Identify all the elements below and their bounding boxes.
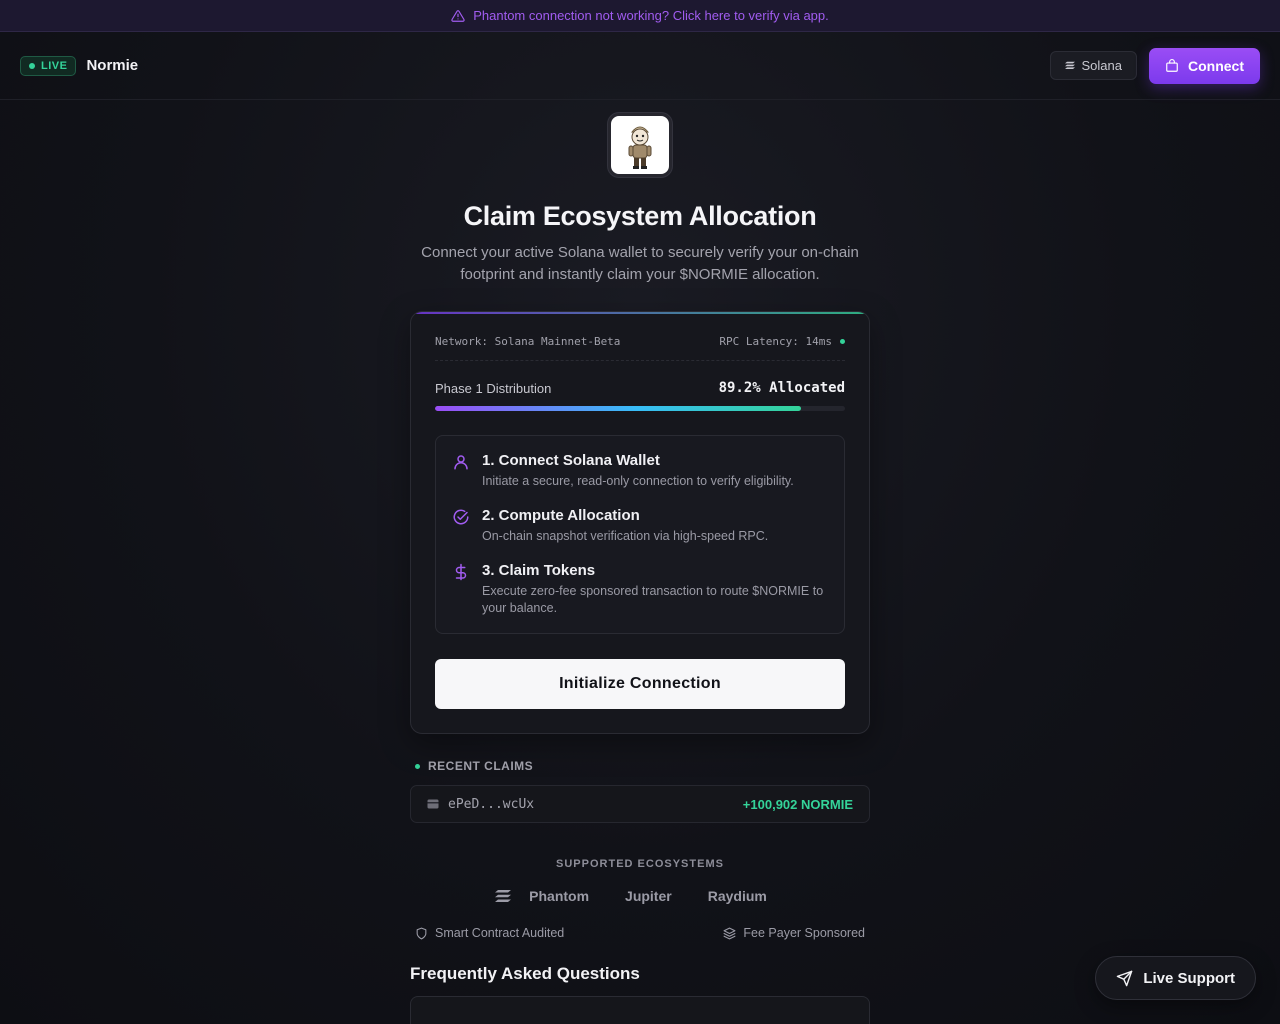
live-support-label: Live Support xyxy=(1143,969,1235,987)
sponsored-badge: Fee Payer Sponsored xyxy=(723,926,865,940)
solana-logo-icon xyxy=(495,890,512,902)
live-label: LIVE xyxy=(41,59,68,72)
warning-banner[interactable]: Phantom connection not working? Click he… xyxy=(0,0,1280,32)
claim-amount: +100,902 NORMIE xyxy=(742,796,853,812)
page-title: Claim Ecosystem Allocation xyxy=(463,201,817,231)
recent-claims-label: RECENT CLAIMS xyxy=(428,759,534,773)
wallet-address: ePeD...wcUx xyxy=(448,796,535,812)
live-support-button[interactable]: Live Support xyxy=(1095,956,1256,1000)
ecosystems-list: Phantom Jupiter Raydium xyxy=(495,888,785,904)
send-icon xyxy=(1117,970,1133,986)
page-subtitle: Connect your active Solana wallet to sec… xyxy=(421,244,859,283)
rpc-latency: RPC Latency: 14ms xyxy=(719,335,845,348)
step-description: On-chain snapshot verification via high-… xyxy=(482,529,769,543)
step-title: 1. Connect Solana Wallet xyxy=(482,452,660,469)
project-logo xyxy=(608,113,672,177)
ecosystem-phantom: Phantom xyxy=(529,888,590,904)
main-content: Claim Ecosystem Allocation Connect your … xyxy=(410,100,870,1024)
live-badge: LIVE xyxy=(20,55,77,76)
card-icon xyxy=(427,799,439,809)
solana-icon xyxy=(1064,61,1075,69)
mascot-image xyxy=(628,126,652,169)
rpc-latency-text: RPC Latency: 14ms xyxy=(719,334,832,348)
network-name: Network: Solana Mainnet-Beta xyxy=(435,334,621,348)
ecosystems-heading: SUPPORTED ECOSYSTEMS xyxy=(556,858,724,870)
header-actions: Solana Connect xyxy=(1049,47,1260,84)
connect-wallet-button[interactable]: Connect xyxy=(1149,47,1260,84)
step-title: 3. Claim Tokens xyxy=(482,562,596,579)
wallet-icon xyxy=(1166,58,1178,72)
ecosystem-raydium: Raydium xyxy=(707,888,767,904)
step-claim: 3. Claim Tokens Execute zero-fee sponsor… xyxy=(452,562,828,617)
faq-item[interactable] xyxy=(410,996,870,1024)
phase-label: Phase 1 Distribution xyxy=(435,380,552,396)
check-circle-icon xyxy=(453,509,469,525)
step-connect: 1. Connect Solana Wallet Initiate a secu… xyxy=(452,452,828,490)
faq-title: Frequently Asked Questions xyxy=(410,964,640,983)
banner-text[interactable]: Phantom connection not working? Click he… xyxy=(473,8,829,23)
sponsored-label: Fee Payer Sponsored xyxy=(743,926,865,940)
warning-icon xyxy=(451,9,465,22)
top-header: LIVE Normie Solana Connect xyxy=(0,32,1280,100)
brand: LIVE Normie xyxy=(20,55,139,76)
status-dot-icon xyxy=(840,338,845,344)
live-dot-icon xyxy=(29,62,35,69)
allocation-progress-bar xyxy=(435,406,845,411)
dollar-icon xyxy=(455,563,467,581)
recent-dot-icon xyxy=(415,763,420,769)
shield-icon xyxy=(416,927,427,939)
recent-claim-row: ePeD...wcUx +100,902 NORMIE xyxy=(410,785,870,823)
step-title: 2. Compute Allocation xyxy=(482,507,640,524)
recent-claims-heading: RECENT CLAIMS xyxy=(410,759,533,773)
network-label: Solana xyxy=(1081,58,1122,73)
allocation-progress-fill xyxy=(435,406,801,411)
claim-card: Network: Solana Mainnet-Beta RPC Latency… xyxy=(410,311,870,734)
phase-value: 89.2% Allocated xyxy=(718,380,845,396)
network-selector-button[interactable]: Solana xyxy=(1049,51,1137,80)
connect-label: Connect xyxy=(1188,57,1244,74)
phase-row: Phase 1 Distribution 89.2% Allocated xyxy=(435,380,845,396)
user-icon xyxy=(454,455,468,470)
card-accent-line xyxy=(411,312,869,314)
step-description: Execute zero-fee sponsored transaction t… xyxy=(482,584,824,615)
layers-icon xyxy=(723,927,736,939)
ecosystem-jupiter: Jupiter xyxy=(625,888,672,904)
claim-wallet: ePeD...wcUx xyxy=(427,797,534,812)
step-compute: 2. Compute Allocation On-chain snapshot … xyxy=(452,507,828,545)
trust-badges: Smart Contract Audited Fee Payer Sponsor… xyxy=(410,926,870,940)
initialize-connection-button[interactable]: Initialize Connection xyxy=(435,659,845,709)
audited-label: Smart Contract Audited xyxy=(435,926,565,940)
audited-badge: Smart Contract Audited xyxy=(415,926,564,940)
network-status-row: Network: Solana Mainnet-Beta RPC Latency… xyxy=(435,312,845,361)
brand-name: Normie xyxy=(86,57,139,74)
step-description: Initiate a secure, read-only connection … xyxy=(482,474,794,488)
steps-list: 1. Connect Solana Wallet Initiate a secu… xyxy=(435,435,845,634)
